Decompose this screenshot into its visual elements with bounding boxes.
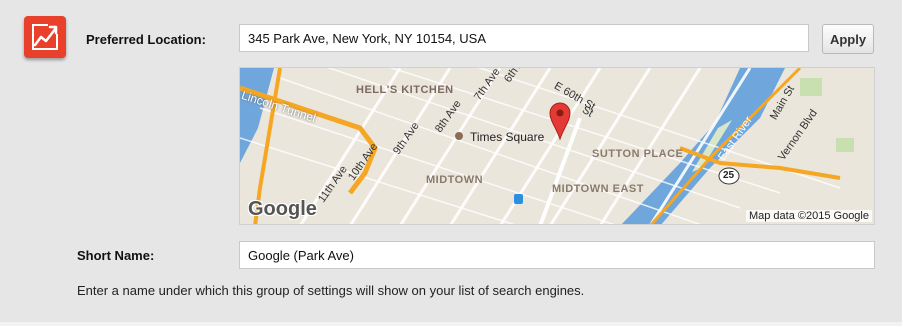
google-logo[interactable]: Google <box>248 198 317 221</box>
panel-divider <box>0 322 902 326</box>
map-route-shield: 25 <box>723 170 735 181</box>
map-label-hells-kitchen: HELL'S KITCHEN <box>356 84 454 96</box>
short-name-label: Short Name: <box>77 248 155 263</box>
map-attribution[interactable]: Map data ©2015 Google <box>745 210 872 222</box>
short-name-input[interactable] <box>239 241 875 269</box>
apply-button[interactable]: Apply <box>822 24 874 54</box>
preferred-location-label: Preferred Location: <box>86 32 206 47</box>
short-name-help-text: Enter a name under which this group of s… <box>77 283 585 298</box>
map-label-times-square: Times Square <box>470 130 545 144</box>
location-map[interactable]: HELL'S KITCHEN Lincoln Tunnel E 60th St … <box>239 67 875 225</box>
preferred-location-input[interactable] <box>239 24 809 52</box>
map-marker-icon <box>548 101 572 141</box>
trending-chart-icon <box>24 16 66 58</box>
map-label-midtown: MIDTOWN <box>426 174 484 186</box>
map-label-sutton-place: SUTTON PLACE <box>592 148 684 160</box>
settings-panel: Preferred Location: Apply <box>0 0 902 323</box>
map-label-midtown-east: MIDTOWN EAST <box>552 183 644 195</box>
